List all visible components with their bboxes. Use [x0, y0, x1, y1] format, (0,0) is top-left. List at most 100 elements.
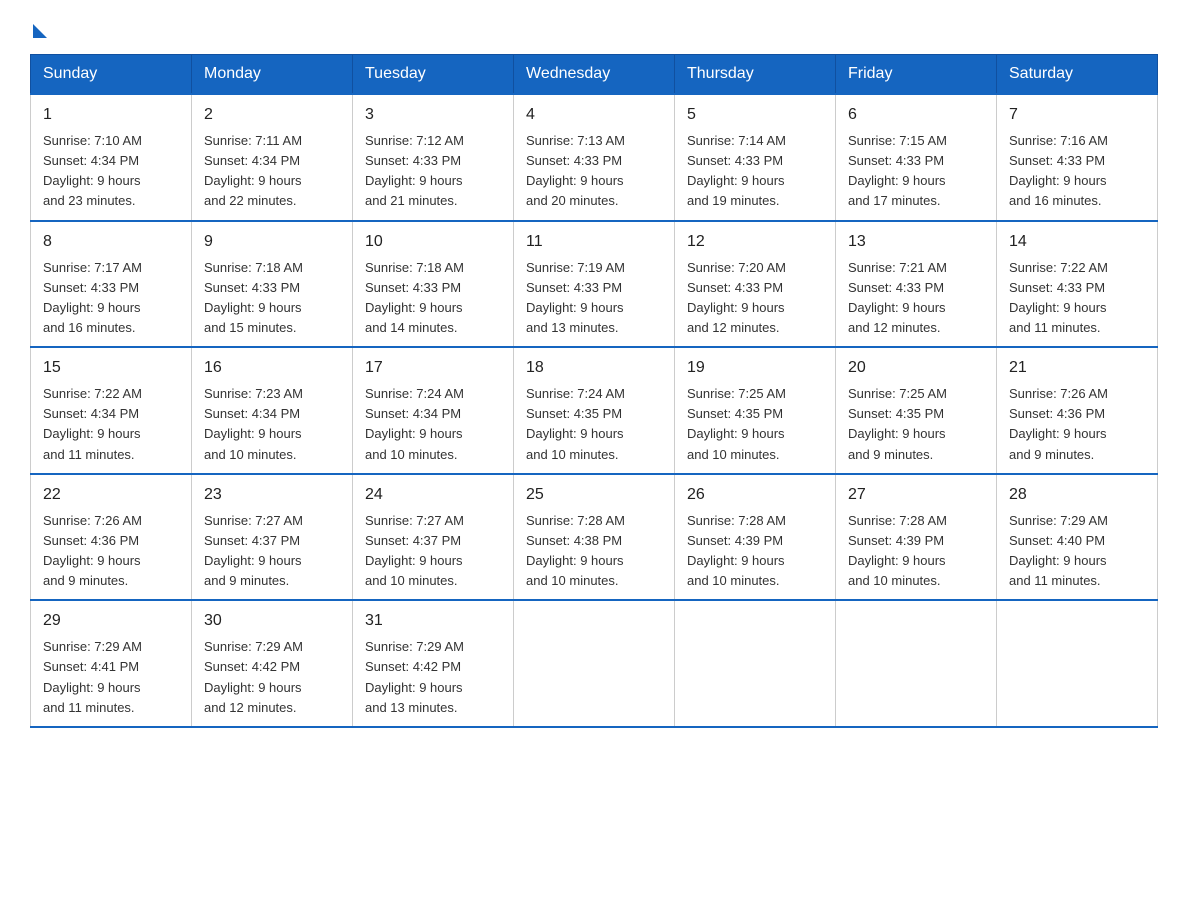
day-info: Sunrise: 7:12 AMSunset: 4:33 PMDaylight:… — [365, 131, 501, 212]
calendar-cell: 5 Sunrise: 7:14 AMSunset: 4:33 PMDayligh… — [675, 94, 836, 221]
day-info: Sunrise: 7:22 AMSunset: 4:34 PMDaylight:… — [43, 384, 179, 465]
day-number: 31 — [365, 609, 501, 633]
calendar-cell: 8 Sunrise: 7:17 AMSunset: 4:33 PMDayligh… — [31, 221, 192, 348]
day-info: Sunrise: 7:13 AMSunset: 4:33 PMDaylight:… — [526, 131, 662, 212]
calendar-cell: 11 Sunrise: 7:19 AMSunset: 4:33 PMDaylig… — [514, 221, 675, 348]
day-info: Sunrise: 7:28 AMSunset: 4:39 PMDaylight:… — [848, 511, 984, 592]
day-number: 4 — [526, 103, 662, 127]
day-info: Sunrise: 7:29 AMSunset: 4:42 PMDaylight:… — [204, 637, 340, 718]
calendar-cell: 23 Sunrise: 7:27 AMSunset: 4:37 PMDaylig… — [192, 474, 353, 601]
calendar-cell: 25 Sunrise: 7:28 AMSunset: 4:38 PMDaylig… — [514, 474, 675, 601]
calendar-cell: 20 Sunrise: 7:25 AMSunset: 4:35 PMDaylig… — [836, 347, 997, 474]
day-number: 19 — [687, 356, 823, 380]
header-friday: Friday — [836, 55, 997, 95]
header-monday: Monday — [192, 55, 353, 95]
day-info: Sunrise: 7:24 AMSunset: 4:35 PMDaylight:… — [526, 384, 662, 465]
day-info: Sunrise: 7:15 AMSunset: 4:33 PMDaylight:… — [848, 131, 984, 212]
day-number: 11 — [526, 230, 662, 254]
day-info: Sunrise: 7:21 AMSunset: 4:33 PMDaylight:… — [848, 258, 984, 339]
day-info: Sunrise: 7:29 AMSunset: 4:40 PMDaylight:… — [1009, 511, 1145, 592]
header-thursday: Thursday — [675, 55, 836, 95]
calendar-cell: 2 Sunrise: 7:11 AMSunset: 4:34 PMDayligh… — [192, 94, 353, 221]
calendar-cell: 14 Sunrise: 7:22 AMSunset: 4:33 PMDaylig… — [997, 221, 1158, 348]
day-info: Sunrise: 7:25 AMSunset: 4:35 PMDaylight:… — [848, 384, 984, 465]
calendar-week-3: 15 Sunrise: 7:22 AMSunset: 4:34 PMDaylig… — [31, 347, 1158, 474]
day-info: Sunrise: 7:16 AMSunset: 4:33 PMDaylight:… — [1009, 131, 1145, 212]
day-number: 21 — [1009, 356, 1145, 380]
day-info: Sunrise: 7:29 AMSunset: 4:42 PMDaylight:… — [365, 637, 501, 718]
day-number: 18 — [526, 356, 662, 380]
calendar-cell: 16 Sunrise: 7:23 AMSunset: 4:34 PMDaylig… — [192, 347, 353, 474]
day-info: Sunrise: 7:18 AMSunset: 4:33 PMDaylight:… — [204, 258, 340, 339]
day-number: 2 — [204, 103, 340, 127]
day-number: 7 — [1009, 103, 1145, 127]
header-saturday: Saturday — [997, 55, 1158, 95]
day-number: 1 — [43, 103, 179, 127]
calendar-cell: 31 Sunrise: 7:29 AMSunset: 4:42 PMDaylig… — [353, 600, 514, 727]
day-number: 9 — [204, 230, 340, 254]
day-number: 25 — [526, 483, 662, 507]
calendar-cell: 7 Sunrise: 7:16 AMSunset: 4:33 PMDayligh… — [997, 94, 1158, 221]
calendar-cell: 17 Sunrise: 7:24 AMSunset: 4:34 PMDaylig… — [353, 347, 514, 474]
day-number: 3 — [365, 103, 501, 127]
day-info: Sunrise: 7:23 AMSunset: 4:34 PMDaylight:… — [204, 384, 340, 465]
day-number: 23 — [204, 483, 340, 507]
day-number: 20 — [848, 356, 984, 380]
day-info: Sunrise: 7:11 AMSunset: 4:34 PMDaylight:… — [204, 131, 340, 212]
header-tuesday: Tuesday — [353, 55, 514, 95]
day-info: Sunrise: 7:29 AMSunset: 4:41 PMDaylight:… — [43, 637, 179, 718]
day-info: Sunrise: 7:26 AMSunset: 4:36 PMDaylight:… — [43, 511, 179, 592]
page-header — [30, 20, 1158, 34]
day-info: Sunrise: 7:20 AMSunset: 4:33 PMDaylight:… — [687, 258, 823, 339]
day-info: Sunrise: 7:25 AMSunset: 4:35 PMDaylight:… — [687, 384, 823, 465]
calendar-table: SundayMondayTuesdayWednesdayThursdayFrid… — [30, 54, 1158, 728]
calendar-cell: 21 Sunrise: 7:26 AMSunset: 4:36 PMDaylig… — [997, 347, 1158, 474]
day-number: 22 — [43, 483, 179, 507]
day-info: Sunrise: 7:22 AMSunset: 4:33 PMDaylight:… — [1009, 258, 1145, 339]
day-info: Sunrise: 7:18 AMSunset: 4:33 PMDaylight:… — [365, 258, 501, 339]
day-number: 13 — [848, 230, 984, 254]
day-info: Sunrise: 7:17 AMSunset: 4:33 PMDaylight:… — [43, 258, 179, 339]
day-number: 10 — [365, 230, 501, 254]
calendar-week-1: 1 Sunrise: 7:10 AMSunset: 4:34 PMDayligh… — [31, 94, 1158, 221]
calendar-cell — [997, 600, 1158, 727]
calendar-cell — [514, 600, 675, 727]
calendar-cell: 29 Sunrise: 7:29 AMSunset: 4:41 PMDaylig… — [31, 600, 192, 727]
day-info: Sunrise: 7:24 AMSunset: 4:34 PMDaylight:… — [365, 384, 501, 465]
day-info: Sunrise: 7:10 AMSunset: 4:34 PMDaylight:… — [43, 131, 179, 212]
logo-arrow-icon — [33, 24, 47, 38]
day-number: 24 — [365, 483, 501, 507]
calendar-week-4: 22 Sunrise: 7:26 AMSunset: 4:36 PMDaylig… — [31, 474, 1158, 601]
calendar-cell: 3 Sunrise: 7:12 AMSunset: 4:33 PMDayligh… — [353, 94, 514, 221]
calendar-cell: 6 Sunrise: 7:15 AMSunset: 4:33 PMDayligh… — [836, 94, 997, 221]
calendar-cell: 28 Sunrise: 7:29 AMSunset: 4:40 PMDaylig… — [997, 474, 1158, 601]
calendar-cell: 24 Sunrise: 7:27 AMSunset: 4:37 PMDaylig… — [353, 474, 514, 601]
day-number: 15 — [43, 356, 179, 380]
day-number: 8 — [43, 230, 179, 254]
calendar-cell: 27 Sunrise: 7:28 AMSunset: 4:39 PMDaylig… — [836, 474, 997, 601]
calendar-cell: 26 Sunrise: 7:28 AMSunset: 4:39 PMDaylig… — [675, 474, 836, 601]
calendar-cell: 12 Sunrise: 7:20 AMSunset: 4:33 PMDaylig… — [675, 221, 836, 348]
day-info: Sunrise: 7:28 AMSunset: 4:38 PMDaylight:… — [526, 511, 662, 592]
calendar-cell: 1 Sunrise: 7:10 AMSunset: 4:34 PMDayligh… — [31, 94, 192, 221]
calendar-week-2: 8 Sunrise: 7:17 AMSunset: 4:33 PMDayligh… — [31, 221, 1158, 348]
calendar-cell: 18 Sunrise: 7:24 AMSunset: 4:35 PMDaylig… — [514, 347, 675, 474]
day-info: Sunrise: 7:26 AMSunset: 4:36 PMDaylight:… — [1009, 384, 1145, 465]
calendar-cell — [836, 600, 997, 727]
day-info: Sunrise: 7:28 AMSunset: 4:39 PMDaylight:… — [687, 511, 823, 592]
calendar-cell: 22 Sunrise: 7:26 AMSunset: 4:36 PMDaylig… — [31, 474, 192, 601]
calendar-cell: 30 Sunrise: 7:29 AMSunset: 4:42 PMDaylig… — [192, 600, 353, 727]
day-number: 30 — [204, 609, 340, 633]
calendar-cell: 13 Sunrise: 7:21 AMSunset: 4:33 PMDaylig… — [836, 221, 997, 348]
calendar-cell — [675, 600, 836, 727]
day-number: 12 — [687, 230, 823, 254]
day-number: 14 — [1009, 230, 1145, 254]
calendar-week-5: 29 Sunrise: 7:29 AMSunset: 4:41 PMDaylig… — [31, 600, 1158, 727]
day-info: Sunrise: 7:14 AMSunset: 4:33 PMDaylight:… — [687, 131, 823, 212]
calendar-cell: 19 Sunrise: 7:25 AMSunset: 4:35 PMDaylig… — [675, 347, 836, 474]
day-number: 17 — [365, 356, 501, 380]
day-number: 29 — [43, 609, 179, 633]
day-number: 28 — [1009, 483, 1145, 507]
day-number: 26 — [687, 483, 823, 507]
day-info: Sunrise: 7:27 AMSunset: 4:37 PMDaylight:… — [204, 511, 340, 592]
